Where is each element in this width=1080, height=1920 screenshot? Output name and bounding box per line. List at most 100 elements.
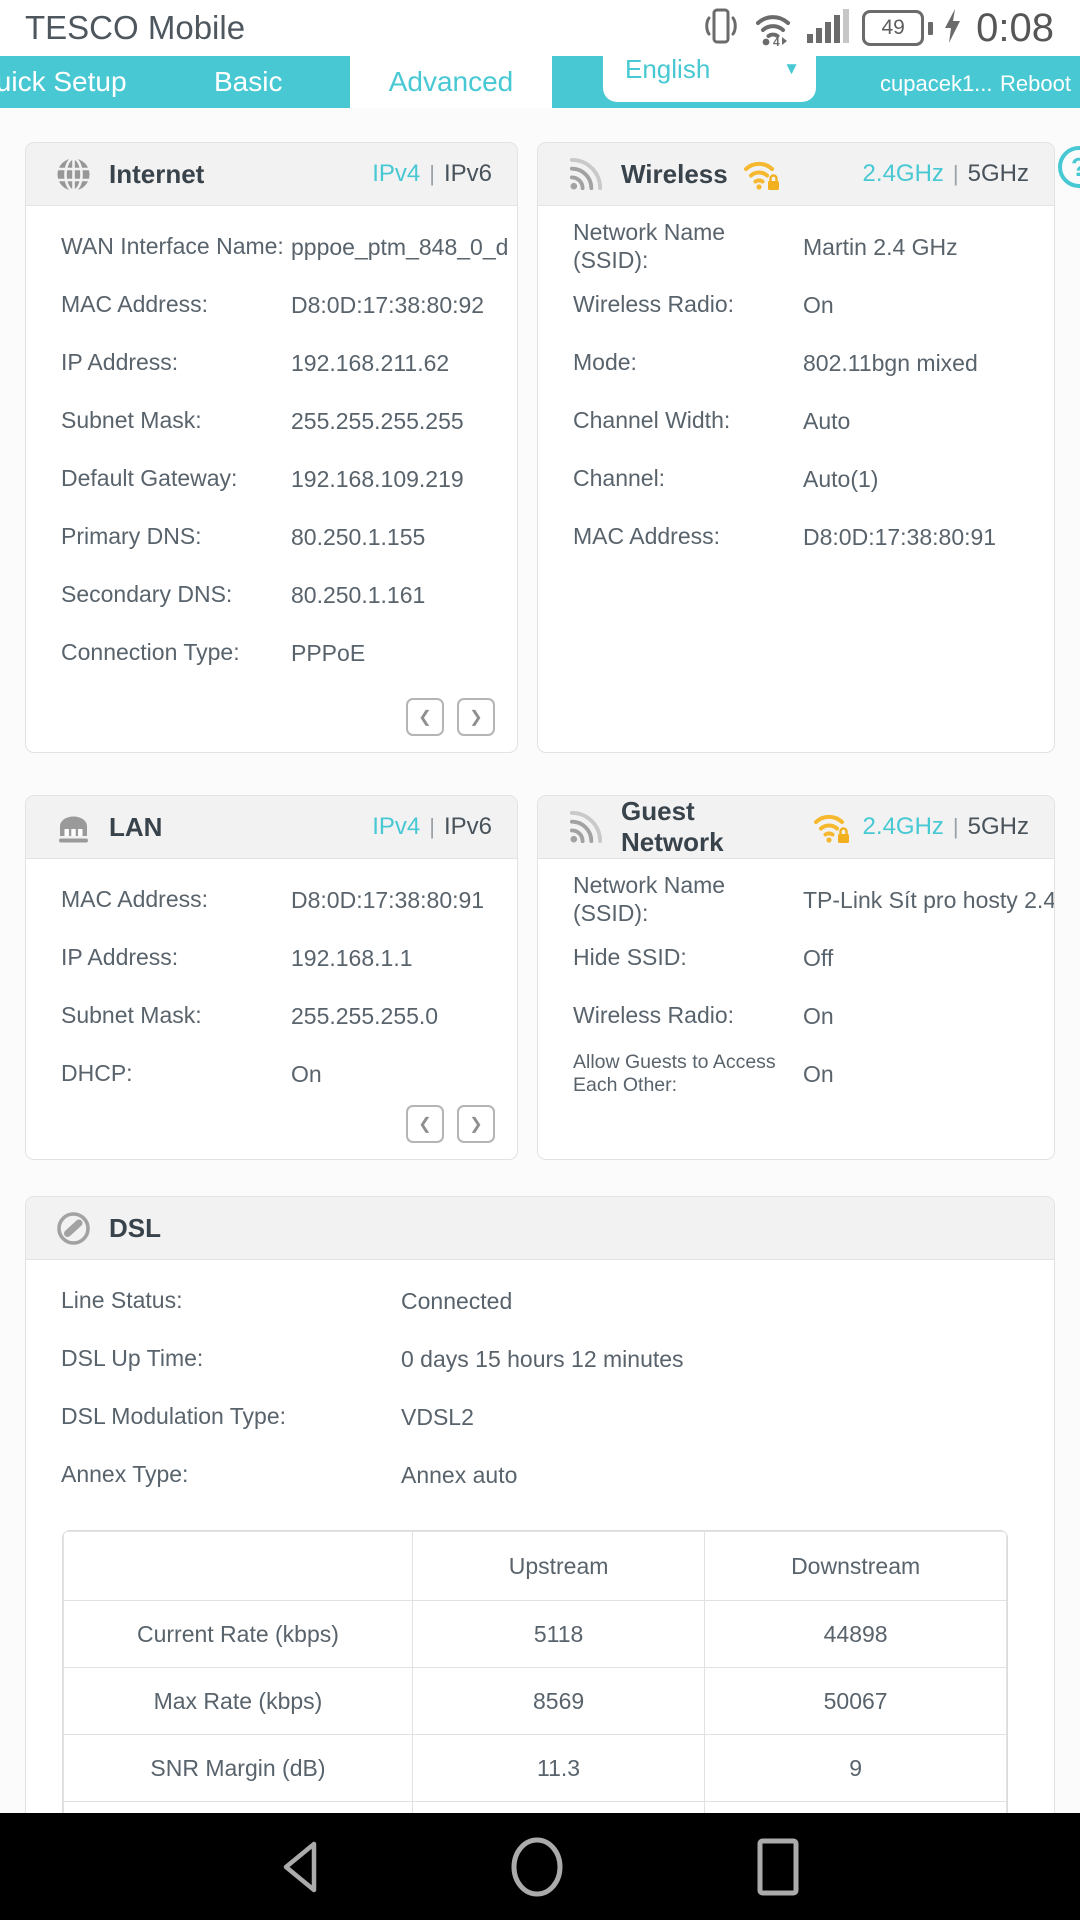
info-row: Line Status:Connected (26, 1272, 1054, 1330)
tab-basic[interactable]: Basic (214, 56, 282, 108)
info-row: DHCP:On (26, 1045, 517, 1103)
internet-ipv4-link[interactable]: IPv4 (363, 160, 429, 188)
lan-ipv4-link[interactable]: IPv4 (363, 813, 429, 841)
wireless-24ghz-link[interactable]: 2.4GHz (854, 160, 953, 188)
field-label: IP Address: (61, 349, 291, 377)
wireless-5ghz-link[interactable]: 5GHz (959, 160, 1038, 188)
battery-terminal (928, 22, 933, 35)
field-value: 80.250.1.155 (291, 524, 425, 551)
info-row: Secondary DNS:80.250.1.161 (26, 566, 517, 624)
field-label: Network Name (SSID): (573, 872, 803, 927)
field-value: On (803, 1003, 834, 1030)
top-navbar: Quick Setup Basic Advanced cupacek1... R… (0, 56, 1080, 108)
field-value: VDSL2 (401, 1404, 474, 1431)
help-button[interactable]: ? (1058, 146, 1080, 188)
field-value: 192.168.109.219 (291, 466, 464, 493)
field-label: MAC Address: (61, 886, 291, 914)
info-row: Mode:802.11bgn mixed (538, 334, 1054, 392)
vibrate-icon (703, 5, 739, 52)
field-value: On (291, 1061, 322, 1088)
field-label: DSL Up Time: (61, 1345, 401, 1373)
table-cell: 8569 (412, 1668, 704, 1735)
info-row: WAN Interface Name:pppoe_ptm_848_0_d (26, 218, 517, 276)
next-page-button[interactable]: ❯ (457, 698, 495, 736)
table-header-cell: Upstream (412, 1532, 704, 1601)
field-label: Channel Width: (573, 407, 803, 435)
dsl-card-title: DSL (109, 1213, 161, 1244)
globe-icon (56, 157, 91, 192)
lan-card-title: LAN (109, 812, 162, 843)
info-row: MAC Address:D8:0D:17:38:80:91 (26, 871, 517, 929)
field-value: TP-Link Sít pro hosty 2.4GH (803, 887, 1054, 914)
field-label: DSL Modulation Type: (61, 1403, 401, 1431)
lan-ipv6-link[interactable]: IPv6 (435, 813, 501, 841)
field-value: 0 days 15 hours 12 minutes (401, 1346, 684, 1373)
guest-network-card: Guest Network 2.4GHz | 5GHz Network Name (537, 795, 1055, 1160)
field-label: Wireless Radio: (573, 291, 803, 319)
guest-24ghz-link[interactable]: 2.4GHz (854, 813, 953, 841)
reboot-button[interactable]: Reboot (1000, 56, 1071, 108)
field-label: Hide SSID: (573, 944, 803, 972)
field-value: Auto(1) (803, 466, 878, 493)
dsl-card-header: DSL (26, 1197, 1054, 1260)
field-label: WAN Interface Name: (61, 233, 291, 261)
guest-card-body: Network Name (SSID):TP-Link Sít pro host… (538, 859, 1054, 1103)
status-icons: 4 49 0:0 (703, 0, 1054, 56)
info-row: IP Address:192.168.1.1 (26, 929, 517, 987)
home-circle-icon (508, 1836, 566, 1898)
info-row: Allow Guests to Access Each Other:On (538, 1045, 1054, 1103)
info-row: Subnet Mask:255.255.255.0 (26, 987, 517, 1045)
table-row: Current Rate (kbps) 5118 44898 (64, 1601, 1007, 1668)
info-row: IP Address:192.168.211.62 (26, 334, 517, 392)
recents-square-icon (754, 1837, 802, 1897)
wireless-card: Wireless 2.4GHz | 5GHz Network Name (SSI… (537, 142, 1055, 753)
android-nav-bar (0, 1813, 1080, 1920)
internet-ipv6-link[interactable]: IPv6 (435, 160, 501, 188)
signal-strength-icon (807, 8, 851, 49)
battery-percent: 49 (881, 16, 904, 40)
table-cell: 11.3 (412, 1735, 704, 1802)
table-cell: Max Rate (kbps) (64, 1668, 413, 1735)
info-row: Channel Width:Auto (538, 392, 1054, 450)
recents-button[interactable] (749, 1837, 807, 1897)
wireless-icon (568, 157, 603, 192)
carrier-label: TESCO Mobile (25, 9, 245, 47)
table-row: SNR Margin (dB) 11.3 9 (64, 1735, 1007, 1802)
charging-bolt-icon (944, 9, 961, 48)
tab-advanced[interactable]: Advanced (350, 56, 552, 108)
chevron-down-icon: ▼ (783, 59, 800, 79)
info-row: MAC Address:D8:0D:17:38:80:91 (538, 508, 1054, 566)
android-status-bar: TESCO Mobile 4 (0, 0, 1080, 56)
field-value: PPPoE (291, 640, 365, 667)
field-value: Off (803, 945, 833, 972)
field-label: IP Address: (61, 944, 291, 972)
field-label: Mode: (573, 349, 803, 377)
guest-5ghz-link[interactable]: 5GHz (959, 813, 1038, 841)
table-cell: 44898 (705, 1601, 1007, 1668)
table-cell: 9 (705, 1735, 1007, 1802)
field-value: 802.11bgn mixed (803, 350, 978, 377)
info-row: Primary DNS:80.250.1.155 (26, 508, 517, 566)
tab-quick-setup[interactable]: Quick Setup (0, 56, 127, 108)
table-header-cell: Downstream (705, 1532, 1007, 1601)
field-label: MAC Address: (61, 291, 291, 319)
prev-page-button[interactable]: ❮ (406, 1105, 444, 1143)
guest-card-header: Guest Network 2.4GHz | 5GHz (538, 796, 1054, 859)
wifi-secured-icon (742, 157, 784, 191)
back-triangle-icon (276, 1838, 324, 1896)
field-value: D8:0D:17:38:80:91 (291, 887, 484, 914)
info-row: Channel:Auto(1) (538, 450, 1054, 508)
user-menu[interactable]: cupacek1... (880, 56, 993, 108)
next-page-button[interactable]: ❯ (457, 1105, 495, 1143)
field-label: Secondary DNS: (61, 581, 291, 609)
home-button[interactable] (508, 1837, 566, 1897)
prev-page-button[interactable]: ❮ (406, 698, 444, 736)
back-button[interactable] (271, 1837, 329, 1897)
dsl-card: DSL Line Status:Connected DSL Up Time:0 … (25, 1196, 1055, 1858)
info-row: Annex Type:Annex auto (26, 1446, 1054, 1504)
wifi-icon: 4 (750, 5, 796, 52)
wireless-card-body: Network Name (SSID):Martin 2.4 GHz Wirel… (538, 206, 1054, 566)
field-label: Wireless Radio: (573, 1002, 803, 1030)
field-value: Auto (803, 408, 850, 435)
field-label: Connection Type: (61, 639, 291, 667)
